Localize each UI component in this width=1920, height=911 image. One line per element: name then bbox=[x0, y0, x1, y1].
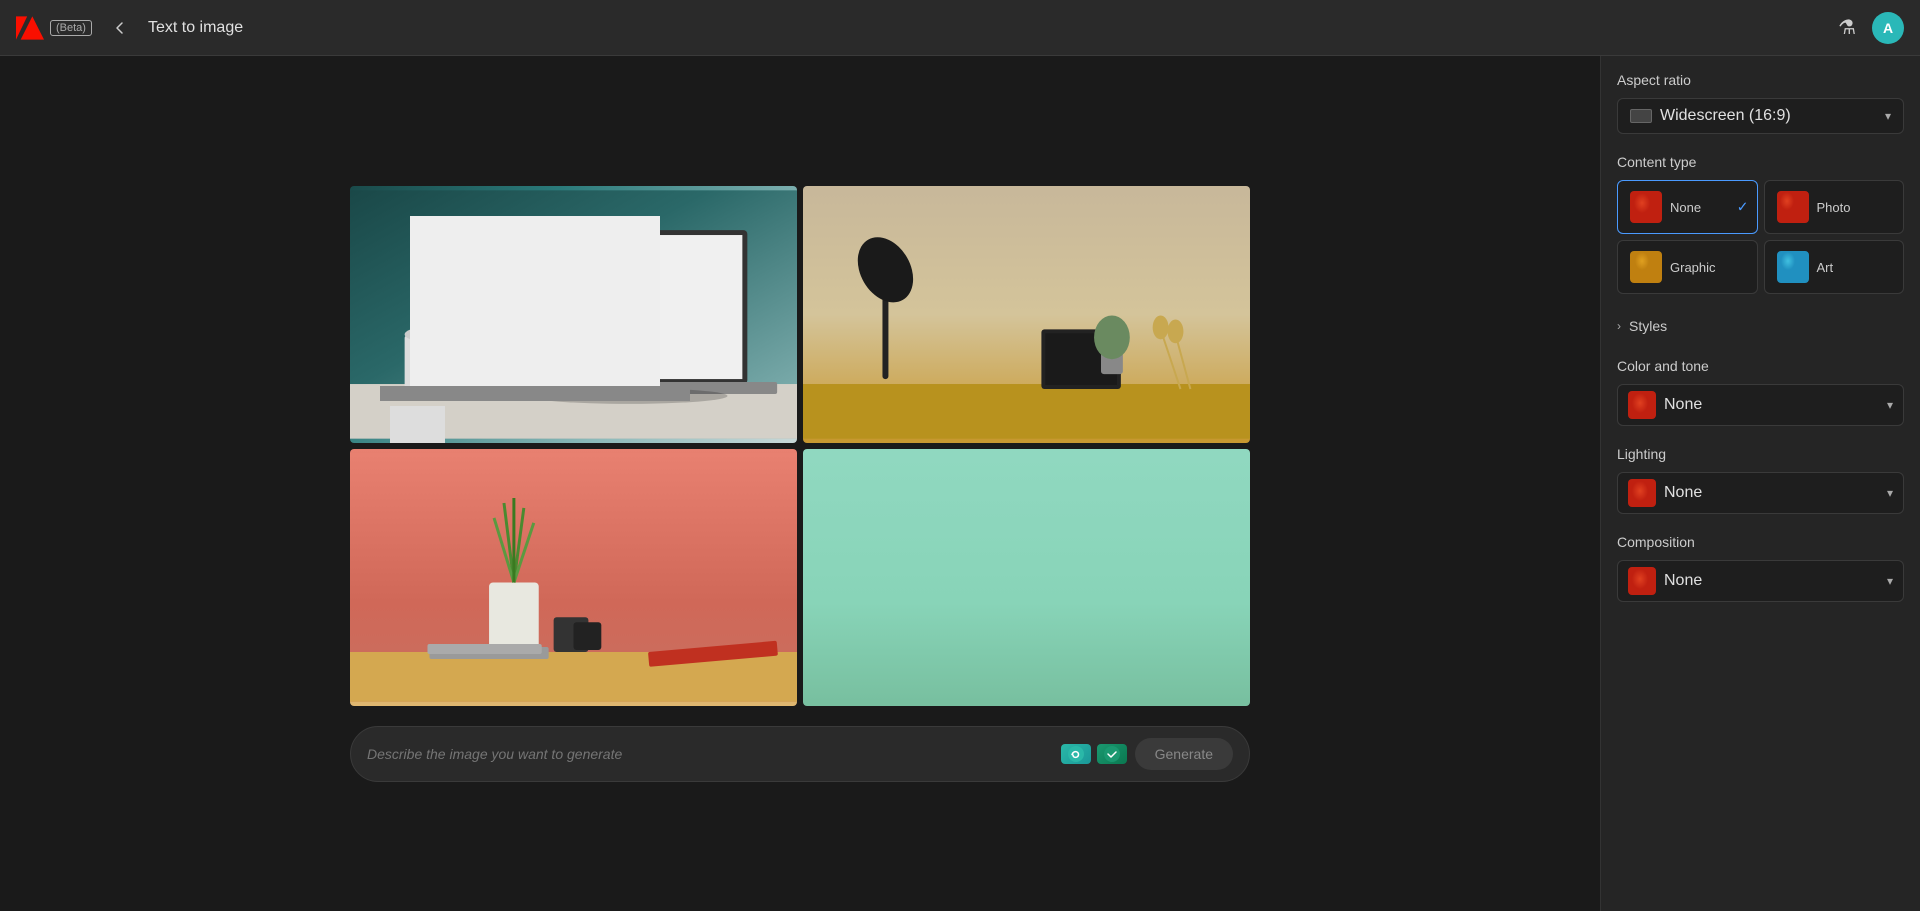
adobe-logo: (Beta) bbox=[16, 14, 92, 42]
generate-button[interactable]: Generate bbox=[1135, 738, 1233, 770]
color-tone-chevron-icon: ▾ bbox=[1887, 398, 1893, 412]
lighting-icon bbox=[1628, 479, 1656, 507]
image-grid bbox=[350, 186, 1250, 706]
styles-label: Styles bbox=[1629, 318, 1667, 334]
composition-dropdown[interactable]: None ▾ bbox=[1617, 560, 1904, 602]
content-type-grid: None ✓ Photo Graphic Art bbox=[1617, 180, 1904, 294]
composition-label: Composition bbox=[1617, 534, 1904, 550]
lighting-label: Lighting bbox=[1617, 446, 1904, 462]
right-panel: Aspect ratio Widescreen (16:9) ▾ Content… bbox=[1600, 56, 1920, 911]
content-type-label: Content type bbox=[1617, 154, 1904, 170]
canvas-area: Generate bbox=[0, 56, 1600, 911]
styles-row[interactable]: › Styles bbox=[1617, 314, 1904, 338]
expand-icon: › bbox=[1617, 319, 1621, 333]
photo-label: Photo bbox=[1817, 200, 1851, 215]
composition-icon bbox=[1628, 567, 1656, 595]
content-type-art[interactable]: Art bbox=[1764, 240, 1905, 294]
back-button[interactable] bbox=[104, 16, 136, 40]
flask-icon[interactable]: ⚗ bbox=[1838, 15, 1856, 40]
chevron-down-icon: ▾ bbox=[1885, 109, 1891, 123]
check-icon: ✓ bbox=[1737, 199, 1749, 216]
avatar[interactable]: A bbox=[1872, 12, 1904, 44]
color-tone-section: Color and tone None ▾ bbox=[1617, 358, 1904, 426]
lighting-value: None bbox=[1664, 484, 1702, 502]
header-actions: ⚗ A bbox=[1838, 12, 1904, 44]
page-title: Text to image bbox=[148, 19, 243, 37]
grammarly-icon-2 bbox=[1097, 744, 1127, 764]
graphic-thumb-icon bbox=[1630, 251, 1662, 283]
generated-image-4[interactable] bbox=[803, 449, 1250, 706]
art-label: Art bbox=[1817, 260, 1834, 275]
composition-chevron-icon: ▾ bbox=[1887, 574, 1893, 588]
aspect-ratio-label: Aspect ratio bbox=[1617, 72, 1904, 88]
prompt-input[interactable] bbox=[367, 746, 1053, 762]
composition-section: Composition None ▾ bbox=[1617, 534, 1904, 602]
composition-value: None bbox=[1664, 572, 1702, 590]
color-tone-icon bbox=[1628, 391, 1656, 419]
styles-section: › Styles bbox=[1617, 314, 1904, 338]
generated-image-2[interactable] bbox=[803, 186, 1250, 443]
content-type-photo[interactable]: Photo bbox=[1764, 180, 1905, 234]
generated-image-1[interactable] bbox=[350, 186, 797, 443]
header: (Beta) Text to image ⚗ A bbox=[0, 0, 1920, 56]
widescreen-icon bbox=[1630, 109, 1652, 123]
grammarly-icon-1 bbox=[1061, 744, 1091, 764]
aspect-ratio-value: Widescreen (16:9) bbox=[1660, 107, 1791, 125]
image-scene-3 bbox=[350, 449, 797, 706]
aspect-ratio-dropdown[interactable]: Widescreen (16:9) ▾ bbox=[1617, 98, 1904, 134]
back-arrow-icon bbox=[112, 20, 128, 36]
lighting-section: Lighting None ▾ bbox=[1617, 446, 1904, 514]
art-thumb-icon bbox=[1777, 251, 1809, 283]
none-thumb-icon bbox=[1630, 191, 1662, 223]
prompt-icons bbox=[1061, 744, 1127, 764]
color-tone-value: None bbox=[1664, 396, 1702, 414]
generated-image-3[interactable] bbox=[350, 449, 797, 706]
content-type-section: Content type None ✓ Photo Graphic bbox=[1617, 154, 1904, 294]
lighting-chevron-icon: ▾ bbox=[1887, 486, 1893, 500]
adobe-logo-icon bbox=[16, 14, 44, 42]
photo-thumb-icon bbox=[1777, 191, 1809, 223]
color-tone-label: Color and tone bbox=[1617, 358, 1904, 374]
image-scene-1 bbox=[350, 186, 797, 443]
lighting-dropdown[interactable]: None ▾ bbox=[1617, 472, 1904, 514]
image-scene-4 bbox=[803, 449, 1250, 706]
color-tone-dropdown[interactable]: None ▾ bbox=[1617, 384, 1904, 426]
graphic-label: Graphic bbox=[1670, 260, 1716, 275]
prompt-bar: Generate bbox=[350, 726, 1250, 782]
main-area: Generate Aspect ratio Widescreen (16:9) … bbox=[0, 56, 1920, 911]
content-type-none[interactable]: None ✓ bbox=[1617, 180, 1758, 234]
content-type-graphic[interactable]: Graphic bbox=[1617, 240, 1758, 294]
beta-badge: (Beta) bbox=[50, 20, 92, 36]
image-scene-2 bbox=[803, 186, 1250, 443]
aspect-ratio-section: Aspect ratio Widescreen (16:9) ▾ bbox=[1617, 72, 1904, 134]
none-label: None bbox=[1670, 200, 1701, 215]
